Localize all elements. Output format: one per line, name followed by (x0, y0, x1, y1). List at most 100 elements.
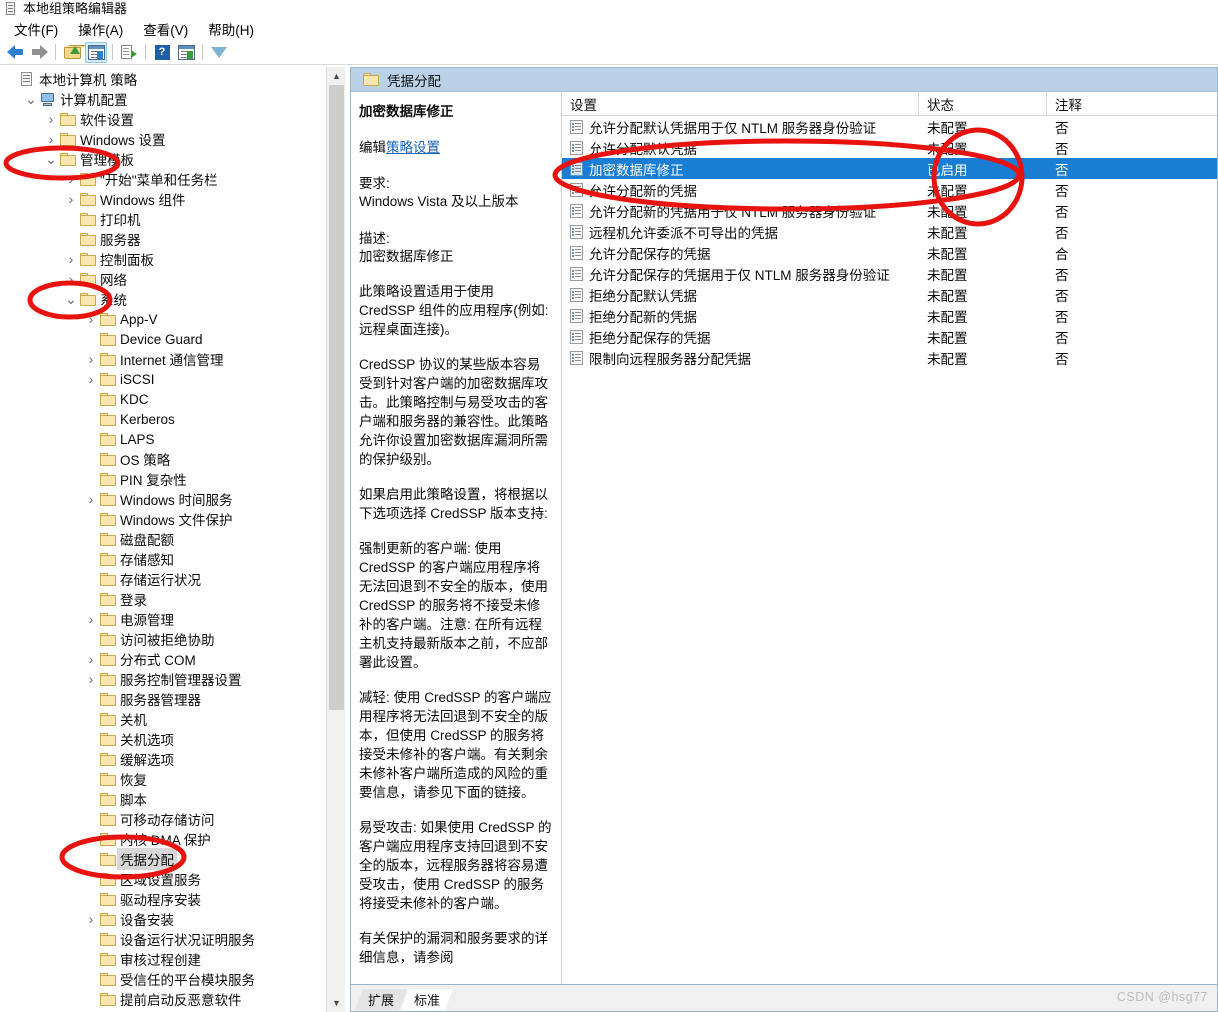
chevron-right-icon[interactable]: › (84, 912, 98, 926)
chevron-right-icon[interactable]: › (64, 192, 78, 206)
menu-action[interactable]: 操作(A) (68, 18, 133, 40)
table-row[interactable]: 远程机允许委派不可导出的凭据 未配置 否 (562, 221, 1217, 242)
chevron-down-icon[interactable]: ⌄ (44, 152, 58, 166)
tree-item[interactable]: ›提前启动反恶意软件 (0, 989, 345, 1009)
table-row[interactable]: 允许分配默认凭据 未配置 否 (562, 137, 1217, 158)
tree-item[interactable]: › 设备安装 (0, 909, 345, 929)
menu-help[interactable]: 帮助(H) (198, 18, 264, 40)
tree-item[interactable]: ›可移动存储访问 (0, 809, 345, 829)
table-row[interactable]: 限制向远程服务器分配凭据 未配置 否 (562, 347, 1217, 368)
chevron-right-icon[interactable]: › (84, 372, 98, 386)
tree-item[interactable]: › 分布式 COM (0, 649, 345, 669)
tree-item[interactable]: › "开始"菜单和任务栏 (0, 169, 345, 189)
toolbar-up-one-level-button[interactable] (61, 42, 83, 63)
tree-item[interactable]: ›凭据分配 (0, 848, 345, 870)
scroll-down-arrow-icon[interactable]: ▼ (327, 994, 345, 1012)
tree-item[interactable]: ›脚本 (0, 789, 345, 809)
tree-item[interactable]: ⌄ 系统 (0, 289, 345, 309)
description-url[interactable]: https://go.microsoft.com/fwlink/?linkid=… (359, 983, 552, 984)
tree-item[interactable]: ›LAPS (0, 429, 345, 449)
toolbar-export-list-button[interactable] (118, 42, 140, 63)
tree-item[interactable]: ›关机选项 (0, 729, 345, 749)
chevron-right-icon[interactable]: › (64, 272, 78, 286)
tree-item[interactable]: ›关机 (0, 709, 345, 729)
policy-setting-link[interactable]: 策略设置 (386, 140, 440, 155)
chevron-right-icon[interactable]: › (64, 172, 78, 186)
tree-item[interactable]: › 网络 (0, 269, 345, 289)
chevron-right-icon[interactable]: › (44, 132, 58, 146)
tree-item[interactable]: ›缓解选项 (0, 749, 345, 769)
toolbar-filter-button[interactable] (208, 42, 230, 72)
tree-item[interactable]: ›存储感知 (0, 549, 345, 569)
column-header-comment[interactable]: 注释 (1047, 92, 1217, 115)
tree-item[interactable]: ⌄ 管理模板 (0, 149, 345, 169)
tree-item[interactable]: ›服务器管理器 (0, 689, 345, 709)
tree-item[interactable]: ›存储运行状况 (0, 569, 345, 589)
tree-item[interactable]: ›区域设置服务 (0, 869, 345, 889)
console-tree[interactable]: ›本地计算机 策略⌄计算机配置›软件设置›Windows 设置⌄管理模板›"开始… (0, 67, 345, 1009)
table-row[interactable]: 允许分配新的凭据 未配置 否 (562, 179, 1217, 200)
table-row[interactable]: 加密数据库修正 已启用 否 (562, 158, 1217, 179)
tree-item[interactable]: ›OS 策略 (0, 449, 345, 469)
tree-item[interactable]: ›内核 DMA 保护 (0, 829, 345, 849)
table-row[interactable]: 拒绝分配默认凭据 未配置 否 (562, 284, 1217, 305)
table-row[interactable]: 允许分配保存的凭据 未配置 合 (562, 242, 1217, 263)
tree-item[interactable]: ›磁盘配额 (0, 529, 345, 549)
tree-item[interactable]: › Internet 通信管理 (0, 349, 345, 369)
chevron-right-icon[interactable]: › (44, 112, 58, 126)
view-tab[interactable]: 扩展 (355, 989, 407, 1010)
table-row[interactable]: 拒绝分配新的凭据 未配置 否 (562, 305, 1217, 326)
tree-item[interactable]: ⌄ 计算机配置 (0, 89, 345, 109)
column-header-setting[interactable]: 设置 (562, 92, 919, 115)
tree-item[interactable]: ›登录 (0, 589, 345, 609)
tree-item[interactable]: ›PIN 复杂性 (0, 469, 345, 489)
tree-item[interactable]: ›设备运行状况证明服务 (0, 929, 345, 949)
tree-scrollbar[interactable]: ▲ ▼ (326, 67, 345, 1012)
chevron-right-icon[interactable]: › (84, 652, 98, 666)
toolbar-properties-button[interactable] (175, 42, 197, 63)
tree-item[interactable]: ›受信任的平台模块服务 (0, 969, 345, 989)
chevron-right-icon[interactable]: › (84, 672, 98, 686)
chevron-right-icon[interactable]: › (84, 352, 98, 366)
view-tab[interactable]: 标准 (401, 989, 453, 1010)
tree-item[interactable]: › Windows 时间服务 (0, 489, 345, 509)
chevron-down-icon[interactable]: ⌄ (24, 92, 38, 106)
settings-list[interactable]: 允许分配默认凭据用于仅 NTLM 服务器身份验证 未配置否允许分配默认凭据 未配置否… (562, 116, 1217, 368)
tree-item[interactable]: › App-V (0, 309, 345, 329)
tree-item[interactable]: › Windows 设置 (0, 129, 345, 149)
tree-item[interactable]: ›打印机 (0, 209, 345, 229)
tree-item[interactable]: ›审核过程创建 (0, 949, 345, 969)
menu-file[interactable]: 文件(F) (4, 18, 68, 40)
tree-item[interactable]: ›服务器 (0, 229, 345, 249)
tree-item[interactable]: ›访问被拒绝协助 (0, 629, 345, 649)
tree-item[interactable]: › 电源管理 (0, 609, 345, 629)
table-row[interactable]: 允许分配默认凭据用于仅 NTLM 服务器身份验证 未配置 否 (562, 116, 1217, 137)
tree-item[interactable]: ›驱动程序安装 (0, 889, 345, 909)
column-header-state[interactable]: 状态 (919, 92, 1047, 115)
chevron-right-icon[interactable]: › (84, 312, 98, 326)
table-row[interactable]: 允许分配新的凭据用于仅 NTLM 服务器身份验证 未配置 否 (562, 200, 1217, 221)
tree-item[interactable]: ›KDC (0, 389, 345, 409)
tree-item[interactable]: › 软件设置 (0, 109, 345, 129)
toolbar-show-hide-console-tree-button[interactable] (85, 41, 107, 63)
tree-item[interactable]: ›Device Guard (0, 329, 345, 349)
chevron-right-icon[interactable]: › (84, 612, 98, 626)
tree-item[interactable]: › 控制面板 (0, 249, 345, 269)
chevron-right-icon[interactable]: › (64, 252, 78, 266)
tree-item[interactable]: ›本地计算机 策略 (0, 69, 345, 89)
table-row[interactable]: 拒绝分配保存的凭据 未配置 否 (562, 326, 1217, 347)
toolbar-forward-button[interactable] (28, 42, 50, 63)
tree-item[interactable]: ›恢复 (0, 769, 345, 789)
tree-item[interactable]: ›Windows 文件保护 (0, 509, 345, 529)
table-row[interactable]: 允许分配保存的凭据用于仅 NTLM 服务器身份验证 未配置 否 (562, 263, 1217, 284)
chevron-down-icon[interactable]: ⌄ (64, 292, 78, 306)
tree-item[interactable]: ›Kerberos (0, 409, 345, 429)
tree-scrollbar-thumb[interactable] (329, 85, 344, 710)
menu-view[interactable]: 查看(V) (133, 18, 198, 40)
chevron-right-icon[interactable]: › (84, 492, 98, 506)
toolbar-help-button[interactable]: ? (151, 42, 173, 63)
tree-item[interactable]: › 服务控制管理器设置 (0, 669, 345, 689)
tree-item[interactable]: › iSCSI (0, 369, 345, 389)
tree-item[interactable]: › Windows 组件 (0, 189, 345, 209)
scroll-up-arrow-icon[interactable]: ▲ (327, 67, 345, 85)
